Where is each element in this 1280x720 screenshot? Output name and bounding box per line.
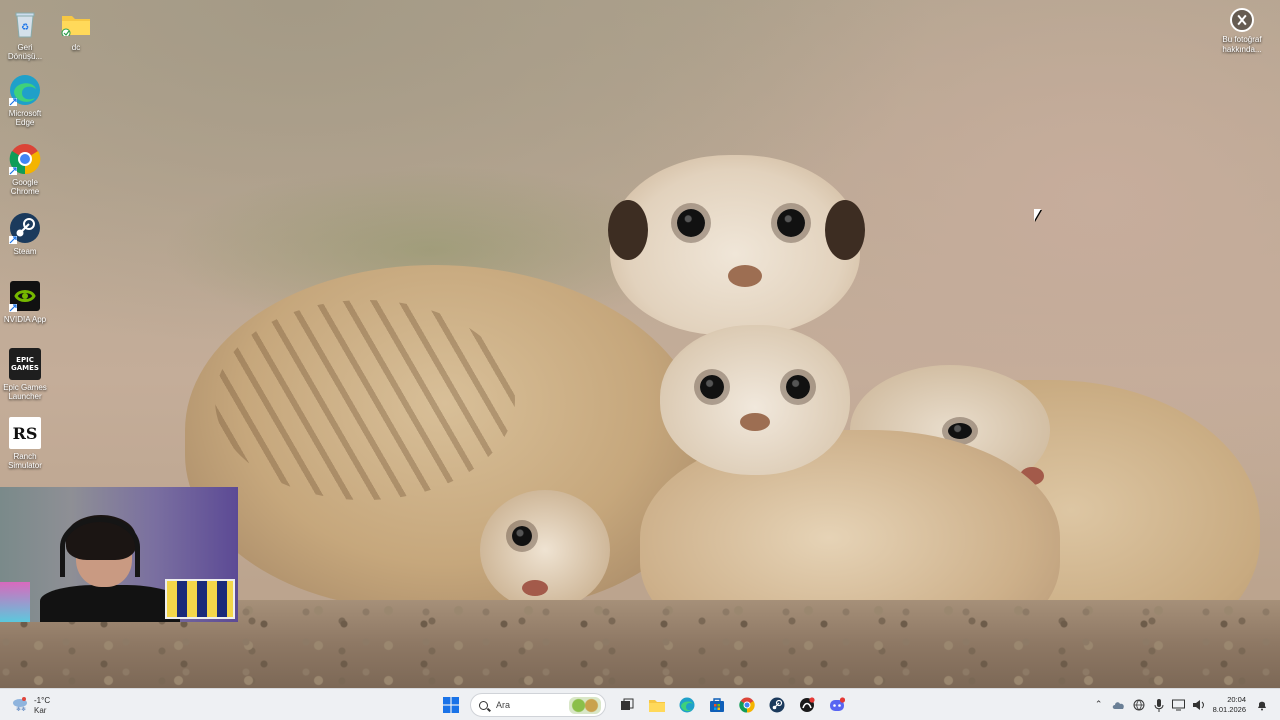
- snow-weather-icon: ❄❄: [12, 697, 28, 713]
- epic-games-icon: EPIC GAMES: [9, 348, 41, 380]
- clock-time: 20:04: [1227, 695, 1246, 704]
- wallpaper-nose: [740, 413, 770, 431]
- steam-taskbar-button[interactable]: [764, 692, 790, 718]
- notification-bell-icon[interactable]: [1255, 698, 1269, 712]
- microsoft-store-button[interactable]: [704, 692, 730, 718]
- desktop-icon-folder-dc[interactable]: dc: [51, 8, 101, 52]
- desktop-icon-steam[interactable]: Steam: [0, 212, 50, 256]
- wallpaper-meerkat-head: [608, 155, 865, 335]
- wallpaper-eye: [786, 375, 810, 399]
- edge-icon: [679, 697, 695, 713]
- about-this-photo-label: Bu fotoğraf hakkında...: [1222, 35, 1262, 54]
- network-icon[interactable]: [1132, 698, 1146, 712]
- desktop-icon-nvidia-app[interactable]: NVIDIA App: [0, 280, 50, 324]
- desktop-icon-recycle-bin[interactable]: ♻ Geri Dönüşü...: [0, 8, 50, 61]
- weather-temperature: -1°C: [34, 696, 51, 705]
- chevron-up-icon[interactable]: ⌃: [1092, 698, 1106, 712]
- file-explorer-button[interactable]: [644, 692, 670, 718]
- edge-taskbar-button[interactable]: [674, 692, 700, 718]
- nvidia-icon: [9, 280, 41, 312]
- svg-text:♻: ♻: [21, 23, 29, 33]
- taskbar: ❄❄ -1°C Kar Ara ⌃ 20:04 8.01.2026: [0, 688, 1280, 720]
- webcam-flag: [165, 579, 235, 619]
- weather-condition: Kar: [34, 706, 47, 715]
- webcam-rgb-light: [0, 582, 30, 622]
- desktop-icon-label: Geri Dönüşü...: [7, 43, 43, 61]
- app-taskbar-button[interactable]: [794, 692, 820, 718]
- steam-icon: [769, 697, 785, 713]
- task-view-icon: [621, 698, 634, 710]
- desktop-icon-microsoft-edge[interactable]: Microsoft Edge: [0, 74, 50, 127]
- task-view-button[interactable]: [614, 692, 640, 718]
- wallpaper-meerkat-head: [660, 325, 850, 475]
- discord-taskbar-button[interactable]: [824, 692, 850, 718]
- start-button[interactable]: [438, 692, 464, 718]
- ranch-simulator-icon: RS: [9, 417, 41, 449]
- edge-icon: [9, 74, 41, 106]
- wallpaper-eye: [948, 423, 972, 439]
- onedrive-icon[interactable]: [1112, 698, 1126, 712]
- wallpaper-nose: [522, 580, 548, 596]
- wallpaper-nose: [728, 265, 762, 287]
- volume-icon[interactable]: [1192, 698, 1206, 712]
- chrome-icon: [9, 143, 41, 175]
- display-icon[interactable]: [1172, 698, 1186, 712]
- desktop-icon-ranch-simulator[interactable]: RS Ranch Simulator: [0, 417, 50, 470]
- mouse-cursor: [1034, 209, 1041, 221]
- wallpaper-stripes: [215, 300, 515, 500]
- microphone-icon[interactable]: [1152, 698, 1166, 712]
- windows-start-icon: [443, 697, 459, 713]
- camera-icon: [1230, 8, 1254, 32]
- wallpaper-ear: [608, 200, 648, 260]
- chrome-icon: [739, 697, 755, 713]
- search-highlight-image: [569, 697, 601, 714]
- wallpaper-eye: [777, 209, 805, 237]
- svg-text:❄❄: ❄❄: [16, 706, 26, 711]
- search-placeholder: Ara: [496, 700, 511, 710]
- desktop-icon-google-chrome[interactable]: Google Chrome: [0, 143, 50, 196]
- chrome-taskbar-button[interactable]: [734, 692, 760, 718]
- taskbar-clock[interactable]: 20:04 8.01.2026: [1213, 695, 1246, 715]
- desktop-icon-label: dc: [71, 43, 81, 52]
- webcam-person-shirt: [40, 585, 180, 622]
- desktop-icon-label: Microsoft Edge: [8, 109, 42, 127]
- wallpaper-eye: [512, 526, 532, 546]
- wallpaper-meerkat-head: [480, 490, 610, 610]
- weather-widget[interactable]: ❄❄ -1°C Kar: [10, 693, 70, 717]
- wallpaper-ear: [825, 200, 865, 260]
- desktop-icon-label: Epic Games Launcher: [3, 383, 47, 401]
- steam-icon: [9, 212, 41, 244]
- taskbar-center: Ara: [436, 692, 852, 718]
- desktop-icon-epic-games-launcher[interactable]: EPIC GAMES Epic Games Launcher: [0, 348, 50, 401]
- desktop-icon-label: NVIDIA App: [3, 315, 47, 324]
- folder-icon: [60, 8, 92, 40]
- discord-icon: [830, 697, 845, 711]
- ranch-simulator-logo-text: RS: [12, 423, 38, 443]
- microsoft-store-icon: [710, 698, 724, 712]
- wallpaper-eye: [700, 375, 724, 399]
- desktop-icon-label: Ranch Simulator: [8, 452, 42, 470]
- clock-date: 8.01.2026: [1212, 705, 1246, 714]
- search-icon: [479, 700, 488, 710]
- recycle-bin-icon: ♻: [9, 8, 41, 40]
- system-tray: ⌃ 20:04 8.01.2026: [1089, 689, 1272, 720]
- about-this-photo-button[interactable]: Bu fotoğraf hakkında...: [1214, 8, 1270, 55]
- desktop-icon-label: Google Chrome: [10, 178, 40, 196]
- webcam-overlay: [0, 487, 238, 622]
- wallpaper-eye: [677, 209, 705, 237]
- file-explorer-icon: [649, 700, 665, 712]
- headset-icon: [60, 517, 140, 577]
- desktop-icon-label: Steam: [13, 247, 37, 256]
- taskbar-search-box[interactable]: Ara: [470, 693, 606, 717]
- epic-games-logo-text: EPIC GAMES: [11, 356, 39, 372]
- app-icon: [800, 697, 815, 712]
